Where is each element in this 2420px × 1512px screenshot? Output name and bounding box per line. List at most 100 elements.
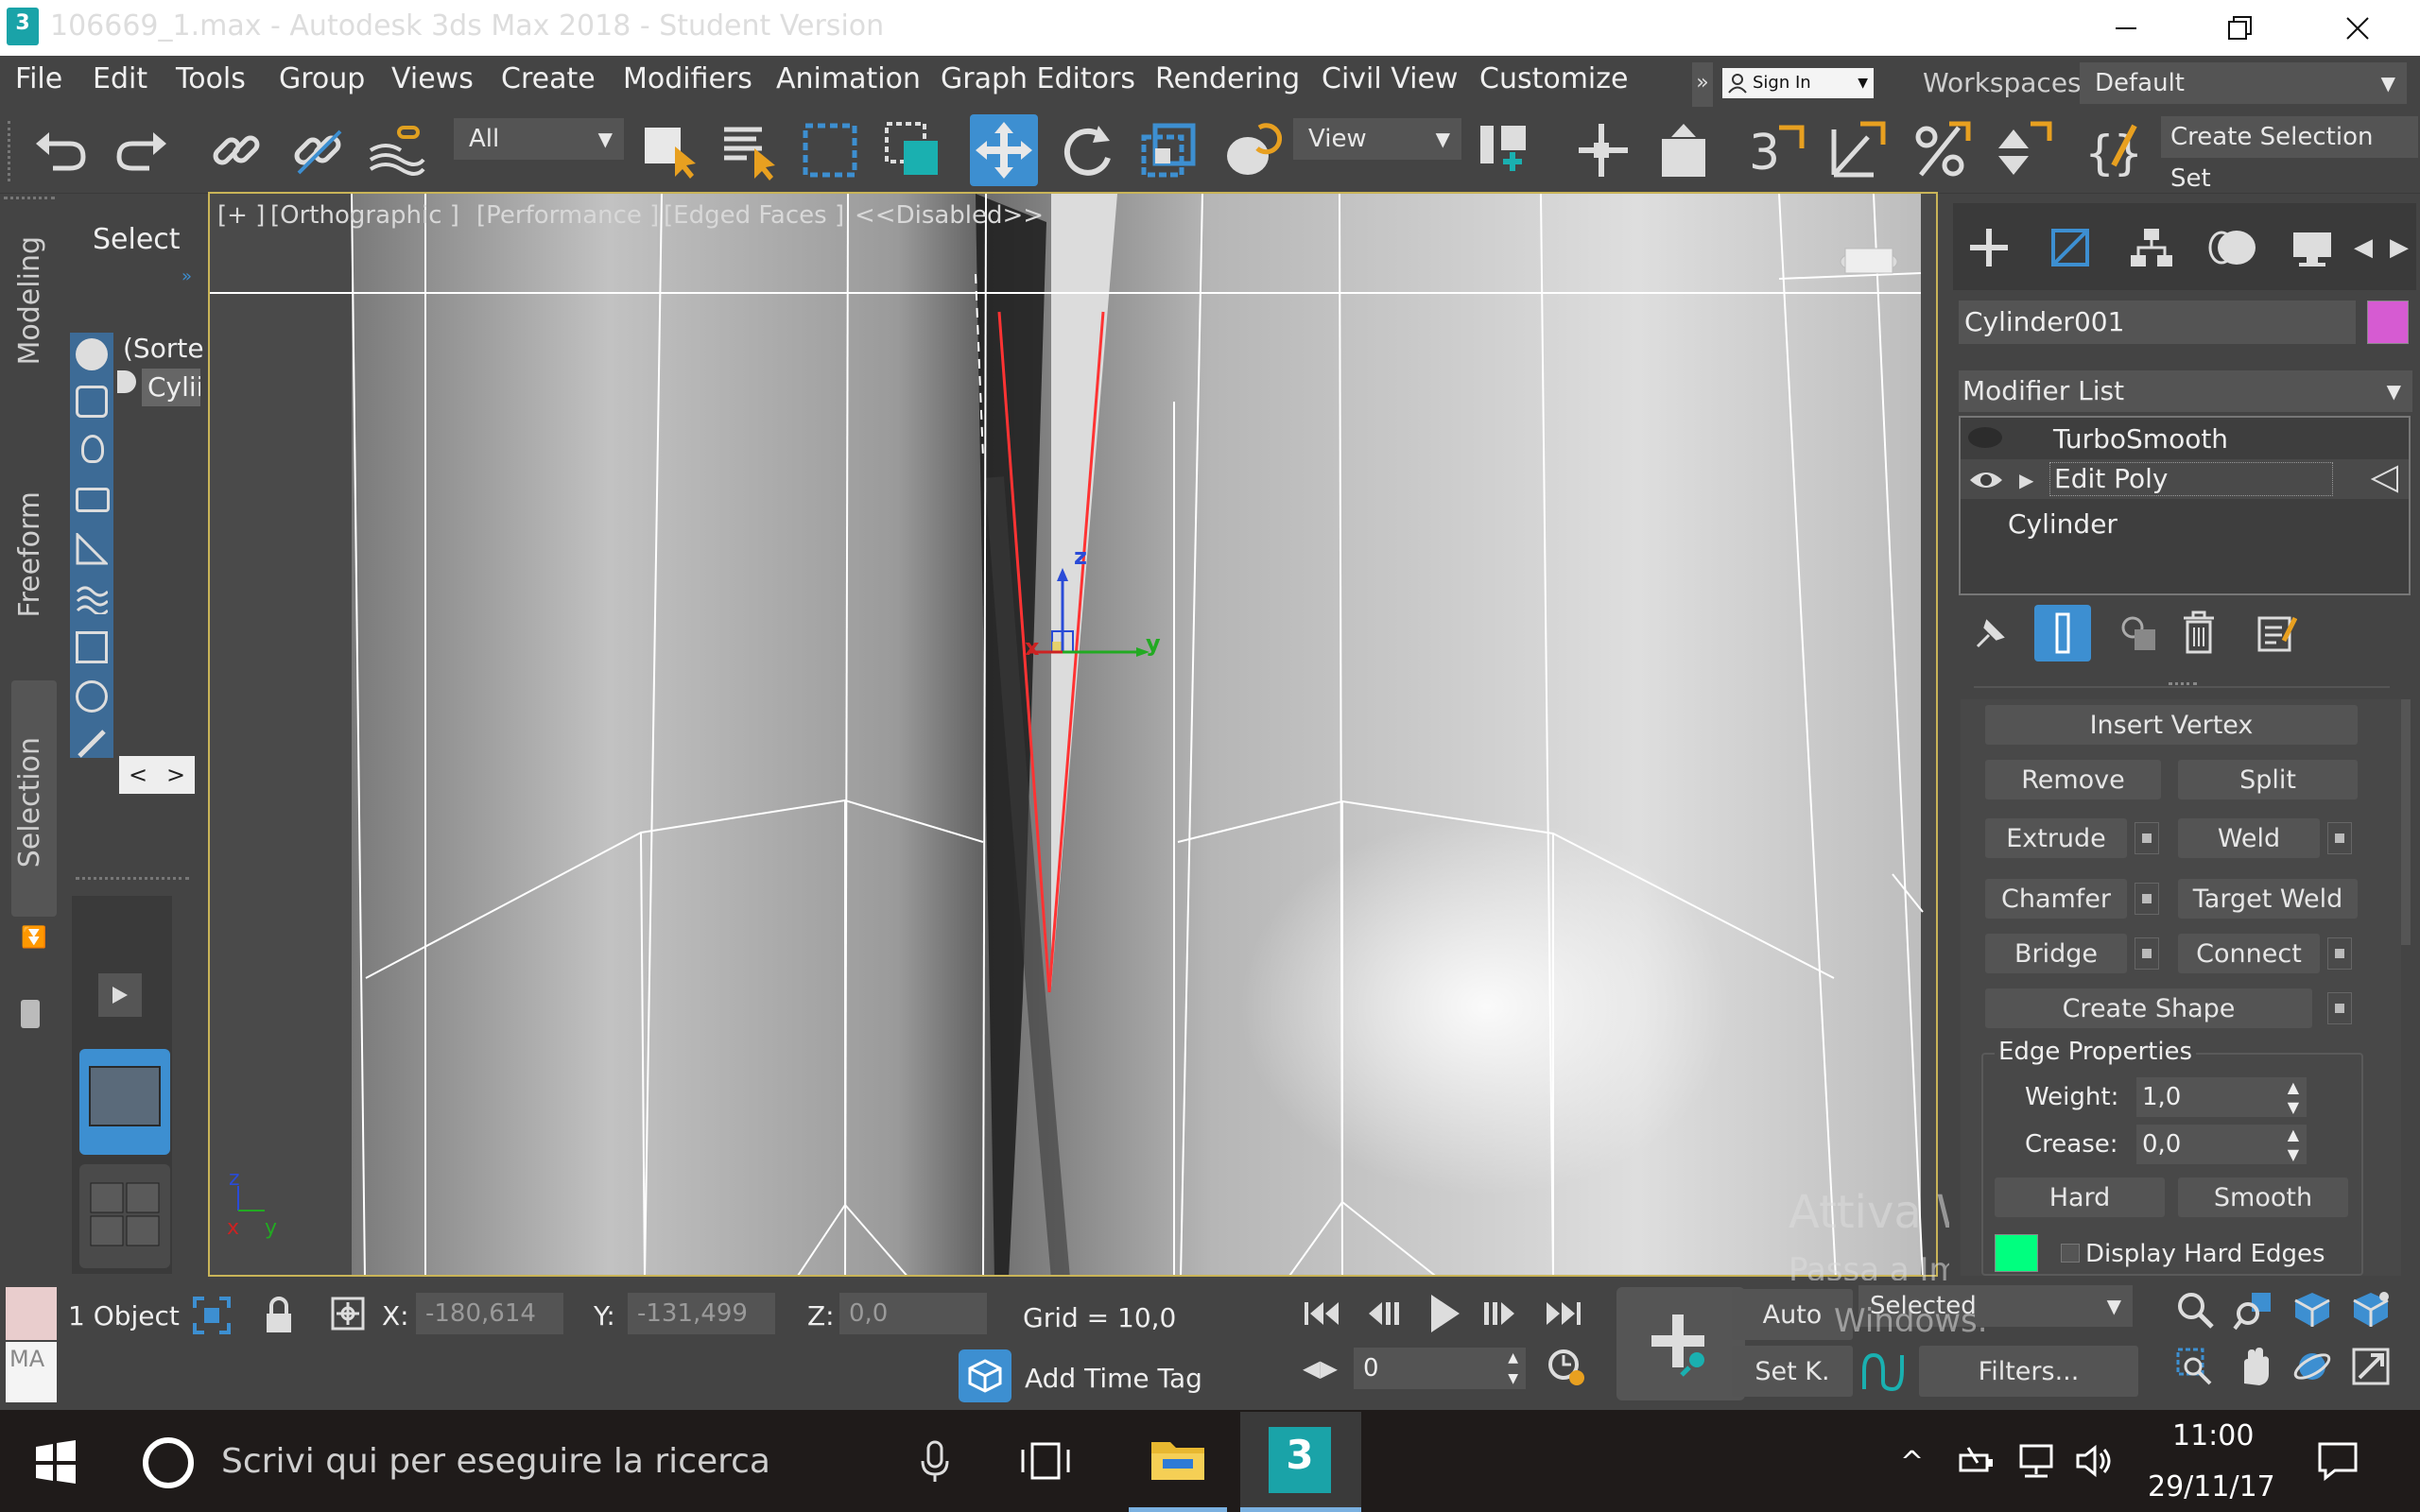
ribbon-tab-selection[interactable]: Selection — [13, 737, 46, 868]
lights-filter-icon[interactable] — [81, 435, 104, 463]
hard-button[interactable]: Hard — [1995, 1177, 2165, 1217]
spinner-arrows-icon[interactable]: ▲ ▼ — [1508, 1348, 1518, 1389]
modify-tab[interactable] — [2040, 217, 2100, 278]
panel-grip[interactable] — [76, 877, 189, 883]
helpers-filter-icon[interactable] — [76, 533, 108, 565]
viewport-disabled[interactable]: <<Disabled>> — [855, 201, 1044, 230]
menu-civil-view[interactable]: Civil View — [1322, 62, 1458, 95]
zoom-extents-all-icon[interactable] — [2350, 1289, 2392, 1331]
menu-file[interactable]: File — [15, 62, 62, 95]
time-config-arrows-icon[interactable]: ◀▶ — [1303, 1355, 1338, 1382]
scene-nav[interactable]: < > — [119, 756, 195, 794]
layout-quad-tab[interactable] — [79, 1164, 170, 1268]
nav-left-button[interactable]: < — [129, 762, 147, 788]
nav-right-button[interactable]: > — [166, 762, 185, 788]
menu-modifiers[interactable]: Modifiers — [623, 62, 752, 95]
remove-button[interactable]: Remove — [1985, 760, 2161, 799]
turbosmooth-visibility-icon[interactable] — [1968, 427, 2002, 448]
windows-start-icon[interactable] — [34, 1440, 78, 1484]
viewport-performance[interactable]: [Performance ] — [476, 201, 659, 230]
smooth-button[interactable]: Smooth — [2178, 1177, 2348, 1217]
create-selection-set-dropdown[interactable]: Create Selection Set — [2161, 116, 2418, 193]
spinner-snap-button[interactable] — [1989, 114, 2057, 186]
go-to-start-icon[interactable] — [1301, 1295, 1342, 1332]
menu-rendering[interactable]: Rendering — [1155, 62, 1300, 95]
app-icon[interactable]: 3 — [7, 8, 39, 45]
weight-spinner[interactable]: 1,0 ▲ ▼ — [2136, 1077, 2307, 1117]
key-filters-button[interactable]: Filters... — [1919, 1346, 2138, 1397]
extrude-settings-button[interactable] — [2135, 822, 2159, 854]
stack-item-edit-poly[interactable]: Edit Poly — [2049, 462, 2333, 496]
zoom-extents-icon[interactable] — [2291, 1289, 2333, 1331]
angle-snap-button[interactable] — [1823, 114, 1891, 186]
next-frame-icon[interactable] — [1478, 1295, 1520, 1332]
lock-icon[interactable] — [263, 1295, 295, 1336]
zoom-all-icon[interactable] — [2233, 1289, 2274, 1331]
select-object-button[interactable] — [633, 114, 701, 186]
bridge-settings-button[interactable] — [2135, 937, 2159, 970]
zoom-region-icon[interactable] — [2174, 1346, 2216, 1387]
window-crossing-button[interactable] — [879, 114, 947, 186]
layout-single-tab[interactable] — [79, 1049, 170, 1155]
display-tab[interactable] — [2282, 217, 2342, 278]
create-shape-settings-button[interactable] — [2327, 992, 2352, 1024]
task-view-icon[interactable] — [1019, 1440, 1072, 1482]
toolbar-grip[interactable] — [8, 121, 11, 181]
rollout-grip[interactable] — [2169, 682, 2197, 690]
time-configuration-icon[interactable] — [1547, 1348, 1588, 1389]
key-tangents-icon[interactable] — [1860, 1348, 1908, 1395]
unlink-selection-button[interactable] — [284, 114, 352, 186]
named-selection-sets-button[interactable]: {} — [2082, 114, 2150, 186]
orbit-icon[interactable] — [2291, 1346, 2333, 1387]
select-and-link-button[interactable] — [202, 114, 270, 186]
spinner-arrows-icon[interactable]: ▲ ▼ — [2288, 1125, 2299, 1164]
pin-stack-icon[interactable] — [1974, 616, 2008, 650]
maximize-viewport-icon[interactable] — [2350, 1346, 2392, 1387]
viewport-orthographic[interactable]: [+ ] [Orthographic ] [Performance ] [Edg… — [208, 192, 1938, 1277]
play-button[interactable] — [1424, 1291, 1465, 1336]
menu-tools[interactable]: Tools — [176, 62, 246, 95]
cortana-icon[interactable] — [140, 1435, 197, 1491]
bones-filter-icon[interactable] — [76, 728, 108, 760]
sign-in-dropdown[interactable]: Sign In ▼ — [1722, 68, 1874, 98]
restore-button[interactable] — [2203, 0, 2276, 56]
maxscript-mini-listener[interactable]: MA — [6, 1342, 57, 1402]
show-end-result-button[interactable] — [2034, 605, 2091, 662]
keyboard-shortcut-override-button[interactable] — [1651, 114, 1719, 186]
connect-settings-button[interactable] — [2327, 937, 2352, 970]
scene-sort-label[interactable]: (Sorte — [123, 333, 204, 364]
select-and-manipulate-button[interactable] — [1569, 114, 1637, 186]
hierarchy-tab[interactable] — [2121, 217, 2182, 278]
add-time-tag-button[interactable] — [959, 1349, 1011, 1402]
ribbon-tab-modeling[interactable]: Modeling — [13, 236, 46, 365]
chamfer-settings-button[interactable] — [2135, 883, 2159, 915]
select-and-place-button[interactable] — [1218, 114, 1286, 186]
connect-button[interactable]: Connect — [2178, 934, 2320, 973]
menu-customize[interactable]: Customize — [1479, 62, 1628, 95]
menu-graph-editors[interactable]: Graph Editors — [941, 62, 1135, 95]
modifier-list-dropdown[interactable]: Modifier List ▼ — [1959, 370, 2412, 412]
panel-scrollbar[interactable] — [2401, 699, 2411, 945]
tab-scroll-left-icon[interactable]: ◀ — [2348, 221, 2378, 274]
previous-frame-icon[interactable] — [1363, 1295, 1405, 1332]
viewport-menu-plus[interactable]: [+ ] — [217, 201, 265, 230]
volume-icon[interactable] — [2076, 1444, 2114, 1478]
snaps-toggle-button[interactable]: 3 — [1741, 114, 1809, 186]
object-name-field[interactable]: Cylinder001 — [1959, 301, 2356, 344]
percent-snap-button[interactable] — [1908, 114, 1976, 186]
display-hard-edges-checkbox[interactable] — [2061, 1244, 2080, 1263]
spinner-arrows-icon[interactable]: ▲ ▼ — [2288, 1077, 2299, 1117]
x-coordinate-field[interactable]: -180,614 — [416, 1293, 563, 1334]
ribbon-grip[interactable] — [4, 197, 55, 202]
select-and-move-button[interactable] — [970, 114, 1038, 186]
object-color-swatch[interactable] — [2367, 301, 2409, 344]
create-tab[interactable] — [1959, 217, 2019, 278]
menu-animation[interactable]: Animation — [776, 62, 921, 95]
rectangular-selection-button[interactable] — [796, 114, 864, 186]
hard-edge-color-swatch[interactable] — [1995, 1234, 2038, 1272]
select-and-scale-button[interactable] — [1134, 114, 1202, 186]
menu-edit[interactable]: Edit — [93, 62, 147, 95]
groups-filter-icon[interactable] — [76, 631, 108, 663]
action-center-icon[interactable] — [2316, 1440, 2360, 1482]
pivot-center-button[interactable] — [1471, 114, 1539, 186]
